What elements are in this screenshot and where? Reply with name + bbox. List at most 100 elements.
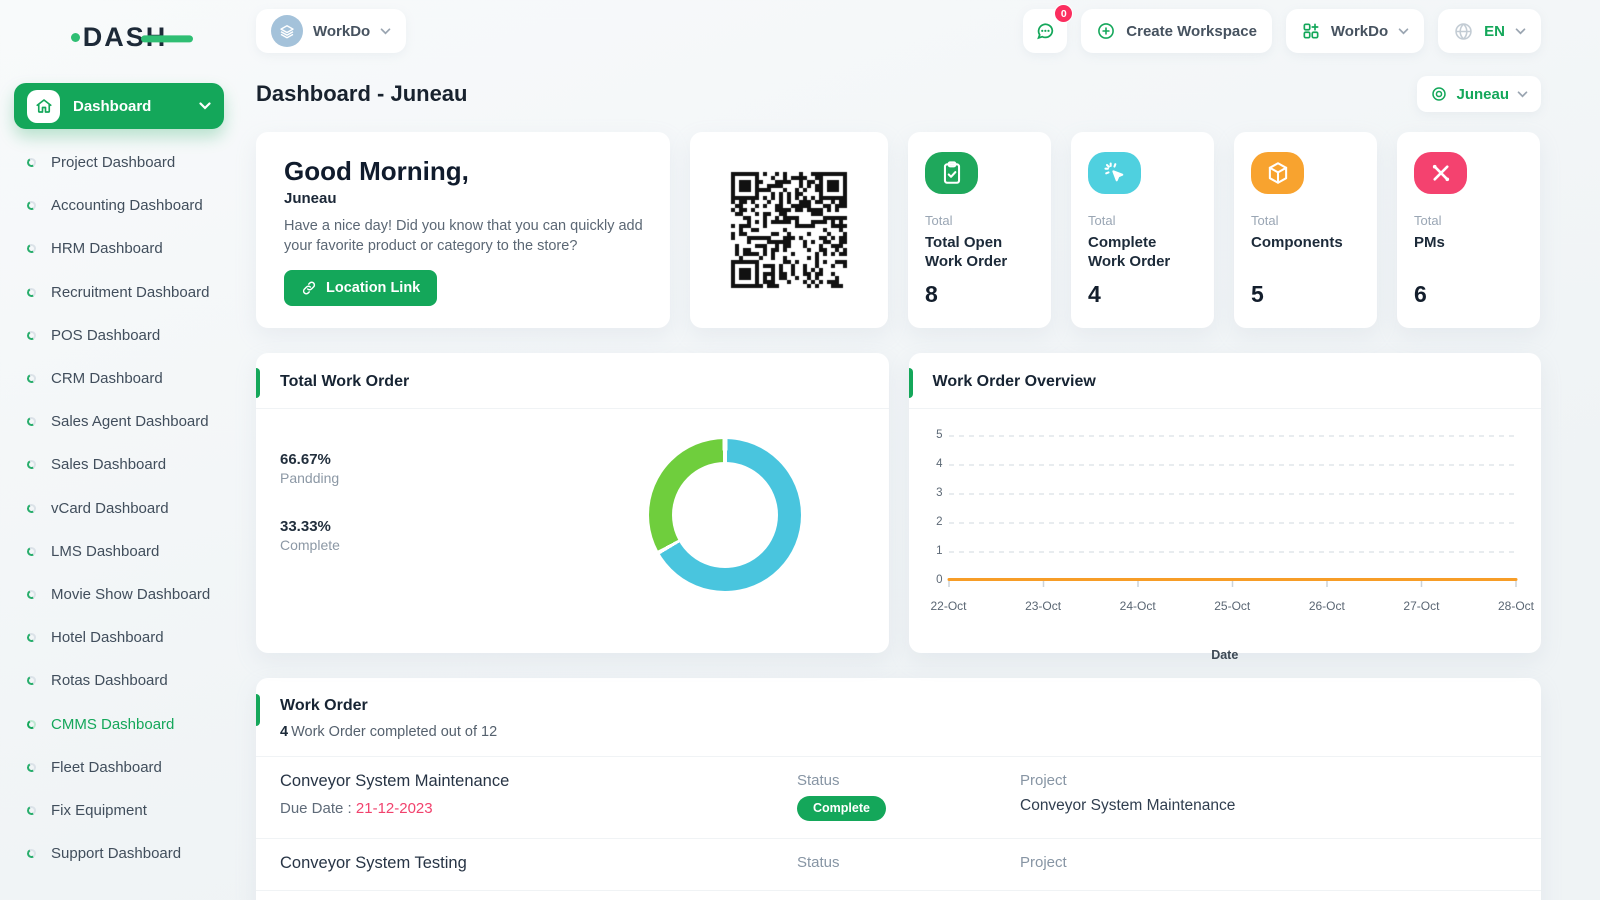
bullet-icon <box>25 329 38 341</box>
y-axis-tick: 1 <box>936 545 943 557</box>
y-axis-tick: 4 <box>936 458 943 470</box>
sidebar-item-sales-agent-dashboard[interactable]: Sales Agent Dashboard <box>14 400 224 443</box>
sidebar-item-label: vCard Dashboard <box>51 499 169 517</box>
location-dropdown[interactable]: Juneau <box>1417 76 1541 112</box>
sidebar-item-movie-show-dashboard[interactable]: Movie Show Dashboard <box>14 573 224 616</box>
work-order-status-cell: Status <box>797 854 1020 871</box>
sidebar-dashboard-label: Dashboard <box>73 97 152 115</box>
work-order-name: Conveyor System Maintenance <box>280 772 510 790</box>
x-axis-tick: 26-Oct <box>1308 599 1345 613</box>
sidebar-item-hotel-dashboard[interactable]: Hotel Dashboard <box>14 616 224 659</box>
bullet-icon <box>25 286 38 298</box>
main-area: WorkDo 0 Create Workspace WorkDo EN Dash… <box>232 0 1600 900</box>
donut-chart-title: Total Work Order <box>256 353 889 409</box>
sidebar-item-label: LMS Dashboard <box>51 542 160 560</box>
legend-item: 66.67% Pandding <box>280 451 340 486</box>
target-icon <box>1432 87 1447 101</box>
home-icon <box>27 89 60 123</box>
sidebar-item-dashboard[interactable]: Dashboard <box>14 83 224 129</box>
chevron-down-icon <box>199 102 211 110</box>
sidebar-item-lms-dashboard[interactable]: LMS Dashboard <box>14 530 224 573</box>
bullet-icon <box>25 545 38 557</box>
total-work-order-card: Total Work Order 66.67% Pandding 33.33% … <box>256 353 889 653</box>
sidebar-item-label: Rotas Dashboard <box>51 672 168 690</box>
y-axis-tick: 5 <box>936 429 943 441</box>
location-link-button[interactable]: Location Link <box>284 270 438 307</box>
location-label: Juneau <box>1456 85 1509 103</box>
sidebar-item-crm-dashboard[interactable]: CRM Dashboard <box>14 357 224 400</box>
app-menu-label: WorkDo <box>1330 22 1389 40</box>
cube-icon <box>1251 152 1304 194</box>
stats-row: Good Morning, Juneau Have a nice day! Di… <box>256 132 1541 328</box>
location-link-label: Location Link <box>326 280 421 297</box>
bullet-icon <box>25 459 38 471</box>
greeting-message: Have a nice day! Did you know that you c… <box>284 218 643 254</box>
stat-label: Total <box>1251 213 1279 228</box>
line-chart-title: Work Order Overview <box>908 353 1541 409</box>
messages-button[interactable]: 0 <box>1023 4 1074 53</box>
sidebar-item-recruitment-dashboard[interactable]: Recruitment Dashboard <box>14 271 224 314</box>
work-order-row: Work Order 4 Work Order completed out of … <box>256 678 1541 900</box>
y-axis-tick: 2 <box>936 516 943 528</box>
qr-card <box>690 132 888 328</box>
sidebar-item-label: Support Dashboard <box>51 845 182 863</box>
donut-legend: 66.67% Pandding 33.33% Complete <box>280 451 340 553</box>
create-workspace-button[interactable]: Create Workspace <box>1081 9 1272 53</box>
work-order-name: Conveyor System Testing <box>280 854 467 872</box>
donut-ring <box>649 439 801 591</box>
work-order-project-cell: Project <box>1020 854 1517 871</box>
x-axis-tick: 24-Oct <box>1119 599 1156 613</box>
bullet-icon <box>25 588 38 600</box>
sidebar-item-accounting-dashboard[interactable]: Accounting Dashboard <box>14 184 224 227</box>
sidebar-item-cmms-dashboard[interactable]: CMMS Dashboard <box>14 702 224 745</box>
chat-bubble-icon <box>1037 23 1054 40</box>
donut-chart: 66.67% Pandding 33.33% Complete <box>256 409 889 647</box>
work-order-due: Due Date : 21-12-2023 <box>280 800 797 817</box>
cursor-click-icon <box>1088 152 1141 194</box>
bullet-icon <box>25 761 38 773</box>
sidebar-item-sales-dashboard[interactable]: Sales Dashboard <box>14 443 224 486</box>
work-order-overview-card: Work Order Overview 5 4 3 2 1 0 22-Oct 23-Oct 24… <box>908 353 1541 662</box>
logo-dot <box>70 33 80 42</box>
work-order-summary: 4 Work Order completed out of 12 <box>280 724 1517 740</box>
workspace-avatar <box>271 15 303 47</box>
sidebar-item-project-dashboard[interactable]: Project Dashboard <box>14 141 224 184</box>
link-icon <box>302 281 316 295</box>
status-badge: Complete <box>797 796 886 821</box>
sidebar-item-label: POS Dashboard <box>51 326 161 344</box>
topbar: WorkDo 0 Create Workspace WorkDo EN <box>256 0 1541 62</box>
sidebar-item-label: Sales Agent Dashboard <box>51 413 209 431</box>
greeting-name: Juneau <box>284 190 337 207</box>
work-order-card: Work Order 4 Work Order completed out of … <box>256 678 1541 900</box>
sidebar-item-support-dashboard[interactable]: Support Dashboard <box>14 832 224 875</box>
bullet-icon <box>25 848 38 860</box>
sidebar-item-pos-dashboard[interactable]: POS Dashboard <box>14 314 224 357</box>
sidebar-item-fix-equipment[interactable]: Fix Equipment <box>14 789 224 832</box>
work-order-name-cell: Conveyor System Maintenance Due Date : 2… <box>280 772 797 817</box>
page-title: Dashboard - Juneau <box>256 81 468 106</box>
bullet-icon <box>25 804 38 816</box>
work-order-name-cell: Conveyor System Testing <box>280 854 797 873</box>
sidebar-item-hrm-dashboard[interactable]: HRM Dashboard <box>14 227 224 270</box>
x-axis-tick: 22-Oct <box>930 599 967 613</box>
work-order-list-item: Conveyor System Testing Status Project <box>256 839 1541 891</box>
logo-bar <box>141 34 194 42</box>
workspace-label: WorkDo <box>313 22 371 40</box>
work-order-status-cell: Status Complete <box>797 772 1020 821</box>
x-axis-tick: 28-Oct <box>1497 599 1535 613</box>
sidebar-item-vcard-dashboard[interactable]: vCard Dashboard <box>14 487 224 530</box>
project-label: Project <box>1020 772 1067 789</box>
sidebar-item-rotas-dashboard[interactable]: Rotas Dashboard <box>14 659 224 702</box>
clipboard-check-icon <box>925 152 978 194</box>
sidebar-item-fleet-dashboard[interactable]: Fleet Dashboard <box>14 746 224 789</box>
stat-title: Components <box>1251 234 1343 251</box>
sidebar-item-label: Hotel Dashboard <box>51 629 164 647</box>
language-dropdown[interactable]: EN <box>1438 9 1541 53</box>
sidebar-item-label: CRM Dashboard <box>51 370 163 388</box>
sidebar-nav: Project Dashboard Accounting Dashboard H… <box>14 141 224 875</box>
workspace-switcher[interactable]: WorkDo <box>256 9 407 53</box>
stat-value: 4 <box>1088 281 1101 307</box>
app-menu-dropdown[interactable]: WorkDo <box>1285 9 1425 53</box>
topbar-actions: 0 Create Workspace WorkDo EN <box>1023 4 1541 53</box>
bullet-icon <box>25 243 38 255</box>
